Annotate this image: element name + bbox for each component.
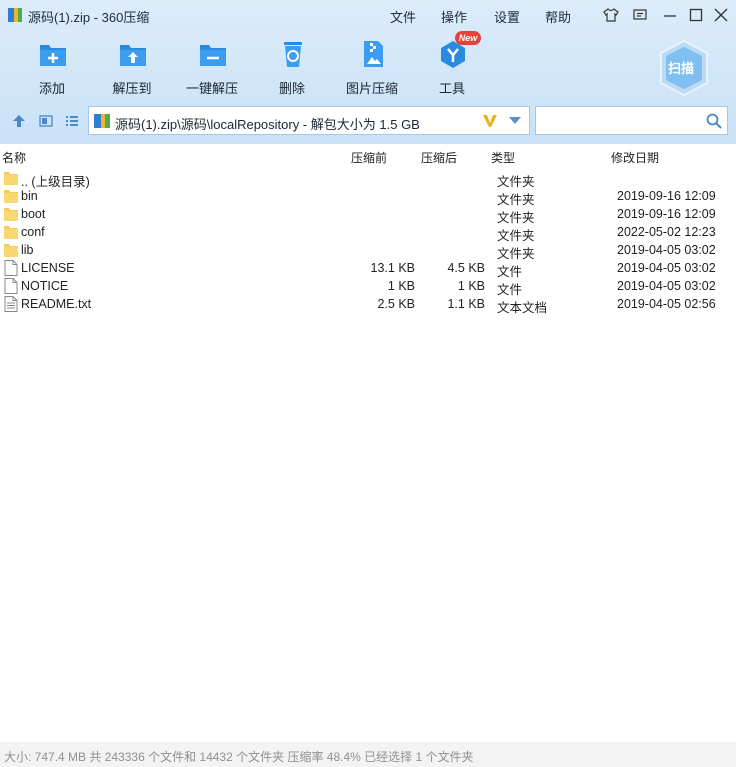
zip-file-icon	[94, 114, 110, 128]
menu-settings[interactable]: 设置	[494, 7, 520, 26]
extract-folder-icon	[120, 45, 146, 66]
file-name: NOTICE	[21, 279, 69, 293]
file-row[interactable]: README.txt 2.5 KB 1.1 KB 文本文档 2019-04-05 02:…	[0, 295, 736, 315]
window-title: 源码(1).zip - 360压缩	[28, 10, 150, 25]
folder-icon	[4, 206, 18, 222]
tools-label: 工具	[438, 81, 465, 96]
image-compress-icon	[364, 41, 383, 67]
folder-icon	[4, 188, 18, 204]
maximize-icon[interactable]	[688, 7, 704, 23]
chevron-down-icon[interactable]	[509, 117, 521, 125]
image-compress-label: 图片压缩	[345, 81, 398, 96]
top-panel: 源码(1).zip - 360压缩 文件 操作 设置 帮助 添加 解压到 一键解…	[0, 0, 736, 144]
scan-label: 扫描	[668, 61, 695, 76]
file-date: 2019-04-05 02:56	[617, 297, 716, 311]
list-view-icon[interactable]	[65, 114, 79, 128]
file-row[interactable]: lib 文件夹 2019-04-05 03:02	[0, 241, 736, 261]
tools-button[interactable]: 工具	[412, 34, 492, 100]
file-name: boot	[21, 207, 46, 221]
delete-label: 删除	[278, 81, 305, 96]
file-size-after: 4.5 KB	[447, 261, 485, 275]
menu-operate[interactable]: 操作	[441, 7, 467, 26]
image-compress-button[interactable]: 图片压缩	[332, 34, 412, 100]
file-size-before: 1 KB	[387, 279, 415, 293]
add-label: 添加	[38, 81, 65, 96]
v-logo-icon[interactable]	[482, 113, 498, 129]
file-row[interactable]: NOTICE 1 KB 1 KB 文件 2019-04-05 03:02	[0, 277, 736, 297]
column-type[interactable]: 类型	[491, 149, 515, 166]
column-name[interactable]: 名称	[2, 149, 26, 166]
menu-help[interactable]: 帮助	[545, 7, 571, 26]
search-box	[535, 106, 728, 135]
column-before[interactable]: 压缩前	[351, 149, 387, 166]
column-header-row: 名称 压缩前 压缩后 类型 修改日期	[0, 144, 736, 168]
address-path: 源码(1).zip\源码\localRepository - 解包大小为 1.5…	[115, 117, 420, 132]
file-date: 2022-05-02 12:23	[617, 225, 716, 239]
recycle-bin-icon	[284, 42, 302, 67]
file-size-after: 1 KB	[457, 279, 485, 293]
status-bar: 大小: 747.4 MB 共 243336 个文件和 14432 个文件夹 压缩…	[0, 742, 736, 767]
file-row[interactable]: LICENSE 13.1 KB 4.5 KB 文件 2019-04-05 03:02	[0, 259, 736, 279]
extract-to-label: 解压到	[112, 81, 152, 96]
title-bar: 源码(1).zip - 360压缩 文件 操作 设置 帮助	[0, 0, 736, 30]
file-row[interactable]: conf 文件夹 2022-05-02 12:23	[0, 223, 736, 243]
folder-icon	[4, 224, 18, 240]
feedback-icon[interactable]	[632, 7, 648, 23]
extract-to-button[interactable]: 解压到	[92, 34, 172, 100]
file-name: lib	[21, 243, 34, 257]
column-date[interactable]: 修改日期	[611, 149, 659, 166]
one-click-extract-button[interactable]: 一键解压	[172, 34, 252, 100]
up-arrow-icon[interactable]	[12, 114, 26, 128]
file-size-before: 13.1 KB	[370, 261, 415, 275]
folder-icon	[4, 170, 18, 186]
add-button[interactable]: 添加	[12, 34, 92, 100]
folder-icon	[4, 242, 18, 258]
file-size-after: 1.1 KB	[447, 297, 485, 311]
search-icon[interactable]	[706, 113, 722, 129]
file-row[interactable]: bin 文件夹 2019-09-16 12:09	[0, 187, 736, 207]
file-name: README.txt	[21, 297, 92, 311]
one-click-extract-icon	[200, 45, 226, 66]
address-row: 源码(1).zip\源码\localRepository - 解包大小为 1.5…	[0, 106, 736, 136]
file-name: conf	[21, 225, 45, 239]
status-text: 大小: 747.4 MB 共 243336 个文件和 14432 个文件夹 压缩…	[4, 750, 474, 764]
file-icon	[4, 278, 18, 294]
file-row[interactable]: boot 文件夹 2019-09-16 12:09	[0, 205, 736, 225]
file-icon	[4, 260, 18, 276]
file-name: LICENSE	[21, 261, 75, 275]
delete-button[interactable]: 删除	[252, 34, 332, 100]
menu-file[interactable]: 文件	[390, 7, 416, 26]
file-row[interactable]: .. (上级目录) 文件夹	[0, 169, 736, 189]
skin-icon[interactable]	[603, 7, 619, 23]
file-date: 2019-04-05 03:02	[617, 261, 716, 275]
file-date: 2019-04-05 03:02	[617, 279, 716, 293]
new-badge: New	[455, 31, 481, 45]
minimize-icon[interactable]	[662, 7, 678, 23]
toolbar: 添加 解压到 一键解压 删除 图片压缩 工具	[0, 34, 736, 100]
archive-app-icon	[8, 8, 22, 22]
file-type: 文本文档	[497, 301, 548, 315]
address-bar[interactable]: 源码(1).zip\源码\localRepository - 解包大小为 1.5…	[88, 106, 530, 135]
file-list: .. (上级目录) 文件夹 bin 文件夹 2019-09-16 12:09 boot 文件…	[0, 168, 736, 742]
file-size-before: 2.5 KB	[377, 297, 415, 311]
file-date: 2019-04-05 03:02	[617, 243, 716, 257]
file-date: 2019-09-16 12:09	[617, 207, 716, 221]
file-name: bin	[21, 189, 38, 203]
text-file-icon	[4, 296, 18, 312]
thumbnail-view-icon[interactable]	[39, 114, 53, 128]
add-folder-icon	[40, 45, 66, 66]
close-icon[interactable]	[713, 7, 729, 23]
one-click-extract-label: 一键解压	[185, 81, 238, 96]
column-after[interactable]: 压缩后	[421, 149, 457, 166]
search-input[interactable]	[540, 111, 700, 131]
file-date: 2019-09-16 12:09	[617, 189, 716, 203]
